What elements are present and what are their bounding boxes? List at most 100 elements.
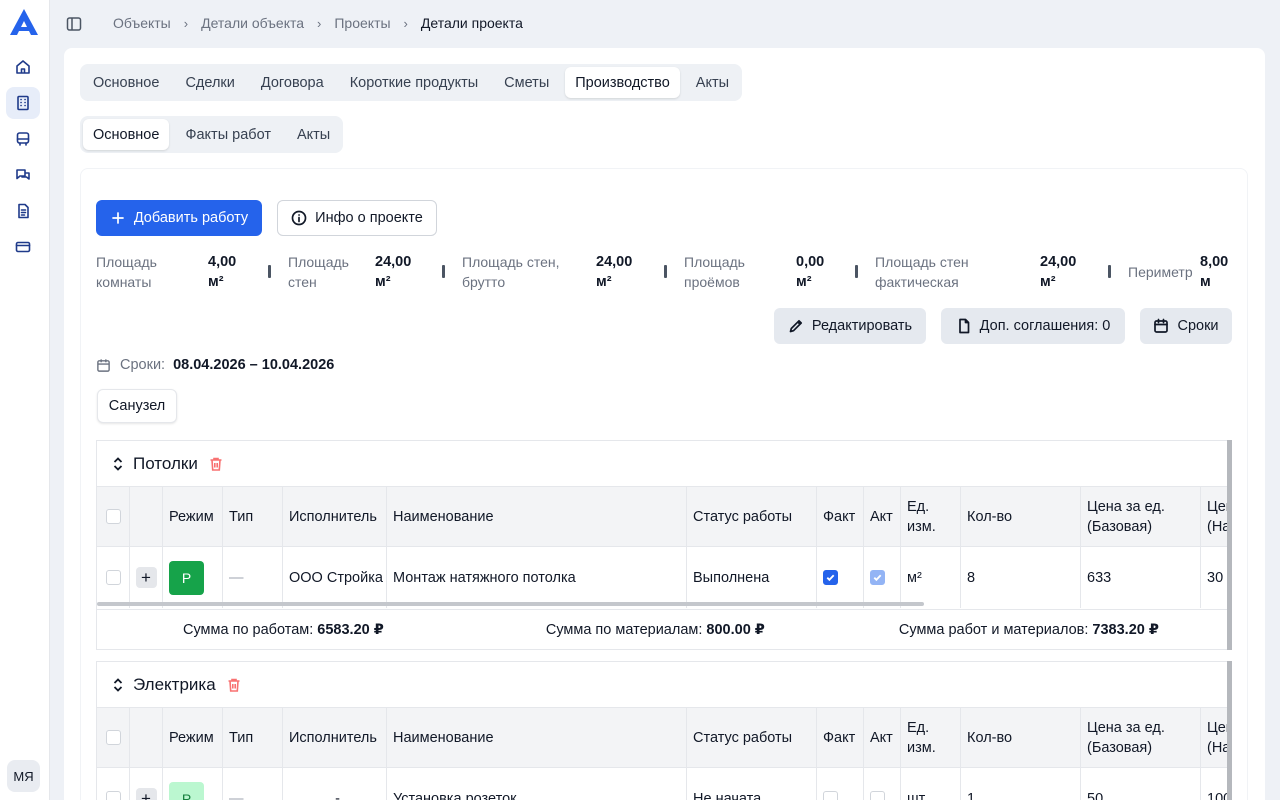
tab-short-products[interactable]: Короткие продукты bbox=[340, 67, 488, 98]
row-price-base: 633 bbox=[1081, 547, 1201, 608]
room-chip[interactable]: Санузел bbox=[97, 389, 177, 423]
nav-chats[interactable] bbox=[6, 159, 40, 191]
chevrons-updown-icon[interactable] bbox=[111, 677, 125, 692]
col-name: Наименование bbox=[387, 708, 687, 767]
row-status: Не начата bbox=[687, 768, 817, 800]
nav-objects[interactable] bbox=[6, 87, 40, 119]
vertical-scrollbar[interactable] bbox=[1227, 440, 1232, 650]
tab-acts[interactable]: Акты bbox=[686, 67, 739, 98]
row-act-cell bbox=[864, 547, 901, 608]
select-all-checkbox[interactable] bbox=[105, 730, 121, 745]
metric-wall-gross-label: Площадь стен, брутто bbox=[462, 254, 560, 290]
row-act-cell bbox=[864, 768, 901, 800]
breadcrumb-item-objects[interactable]: Объекты bbox=[113, 15, 171, 31]
tab-main[interactable]: Основное bbox=[83, 67, 169, 98]
sidebar: МЯ bbox=[0, 0, 50, 800]
section-title: Потолки bbox=[133, 453, 198, 473]
metric-room-area-label: Площадь комнаты bbox=[96, 254, 157, 290]
trash-icon[interactable] bbox=[226, 677, 242, 693]
col-mode: Режим bbox=[163, 487, 223, 546]
col-qty: Кол-во bbox=[961, 487, 1081, 546]
col-executor: Исполнитель bbox=[283, 708, 387, 767]
metric-perimeter-label: Периметр bbox=[1128, 264, 1193, 280]
sub-tabs: Основное Факты работ Акты bbox=[80, 116, 344, 153]
tab-deals[interactable]: Сделки bbox=[175, 67, 244, 98]
metric-divider bbox=[855, 265, 858, 278]
add-work-button[interactable]: Добавить работу bbox=[96, 200, 262, 236]
table-row[interactable]: + Р — ООО Стройка Монтаж натяжного потол… bbox=[97, 547, 1232, 608]
terms-label: Сроки bbox=[1177, 318, 1219, 334]
expand-col bbox=[130, 487, 163, 546]
bus-icon bbox=[16, 132, 30, 146]
file-icon bbox=[958, 318, 969, 334]
metric-divider bbox=[1108, 265, 1111, 278]
subtab-acts[interactable]: Акты bbox=[287, 119, 340, 150]
trash-icon[interactable] bbox=[208, 456, 224, 472]
project-info-button[interactable]: Инфо о проекте bbox=[277, 200, 437, 236]
calendar-icon bbox=[97, 358, 110, 372]
col-type: Тип bbox=[223, 708, 283, 767]
col-price-base: Цена за ед. (Базовая) bbox=[1081, 487, 1201, 546]
mode-badge[interactable]: Р bbox=[169, 781, 204, 800]
nav-home[interactable] bbox=[6, 51, 40, 83]
chevron-right-icon: › bbox=[403, 15, 408, 31]
row-checkbox[interactable] bbox=[105, 570, 121, 585]
col-status: Статус работы bbox=[687, 487, 817, 546]
row-unit: шт bbox=[901, 768, 961, 800]
tab-estimates[interactable]: Сметы bbox=[494, 67, 559, 98]
col-status: Статус работы bbox=[687, 708, 817, 767]
chevrons-updown-icon[interactable] bbox=[111, 456, 125, 471]
plus-icon bbox=[111, 212, 124, 224]
agreements-button[interactable]: Доп. соглашения: 0 bbox=[941, 308, 1125, 344]
metric-openings-value: 0,00 м² bbox=[796, 254, 825, 290]
row-select-cell bbox=[97, 768, 130, 800]
app-logo[interactable] bbox=[8, 7, 40, 37]
nav-payments[interactable] bbox=[6, 231, 40, 263]
section-totals: Сумма по работам: 6583.20 ₽ Сумма по мат… bbox=[97, 609, 1232, 649]
breadcrumb-item-projects[interactable]: Проекты bbox=[334, 15, 390, 31]
nav-documents[interactable] bbox=[6, 195, 40, 227]
row-name: Установка розеток bbox=[387, 768, 687, 800]
materials-total: Сумма по материалам: 800.00 ₽ bbox=[545, 621, 765, 638]
breadcrumb-item-object-details[interactable]: Детали объекта bbox=[201, 15, 304, 31]
tab-production[interactable]: Производство bbox=[565, 67, 680, 98]
row-qty: 1 bbox=[961, 768, 1081, 800]
topbar: Объекты › Детали объекта › Проекты › Дет… bbox=[50, 0, 1280, 48]
select-all-cell bbox=[97, 487, 130, 546]
expand-row-button[interactable]: + bbox=[135, 788, 157, 800]
terms-button[interactable]: Сроки bbox=[1140, 308, 1232, 344]
breadcrumb: Объекты › Детали объекта › Проекты › Дет… bbox=[113, 15, 523, 31]
expand-row-button[interactable]: + bbox=[135, 567, 157, 588]
col-act: Акт bbox=[864, 708, 901, 767]
horizontal-scrollbar[interactable] bbox=[97, 602, 924, 606]
metric-divider bbox=[664, 265, 667, 278]
tab-contracts[interactable]: Договора bbox=[251, 67, 334, 98]
vertical-scrollbar[interactable] bbox=[1227, 661, 1232, 800]
metric-wall-area-label: Площадь стен bbox=[288, 254, 349, 290]
metric-perimeter-value: 8,00 м bbox=[1200, 254, 1229, 290]
user-avatar[interactable]: МЯ bbox=[7, 760, 40, 792]
col-qty: Кол-во bbox=[961, 708, 1081, 767]
nav-transport[interactable] bbox=[6, 123, 40, 155]
row-expand-cell: + bbox=[130, 768, 163, 800]
mode-badge[interactable]: Р bbox=[169, 560, 204, 595]
select-all-checkbox[interactable] bbox=[105, 509, 121, 524]
calendar-icon bbox=[1154, 318, 1169, 333]
metric-divider bbox=[268, 265, 271, 278]
row-unit: м² bbox=[901, 547, 961, 608]
section-electrics: Электрика Режим Тип Исполнитель Наименов… bbox=[96, 661, 1232, 800]
fact-checkbox[interactable] bbox=[823, 791, 838, 800]
row-fact-cell bbox=[817, 768, 864, 800]
fact-checkbox[interactable] bbox=[823, 570, 838, 585]
row-type: — bbox=[223, 768, 283, 800]
row-checkbox[interactable] bbox=[105, 791, 121, 800]
chevron-right-icon: › bbox=[317, 15, 322, 31]
terms-info: Сроки: 08.04.2026 – 10.04.2026 bbox=[96, 357, 334, 373]
subtab-work-facts[interactable]: Факты работ bbox=[175, 119, 281, 150]
add-work-label: Добавить работу bbox=[133, 210, 249, 226]
subtab-main[interactable]: Основное bbox=[83, 119, 170, 150]
table-row[interactable]: + Р — - Установка розеток Не начата шт 1… bbox=[97, 768, 1232, 800]
chat-icon bbox=[16, 169, 30, 180]
sidebar-toggle-icon[interactable] bbox=[66, 16, 82, 32]
edit-button[interactable]: Редактировать bbox=[774, 308, 926, 344]
